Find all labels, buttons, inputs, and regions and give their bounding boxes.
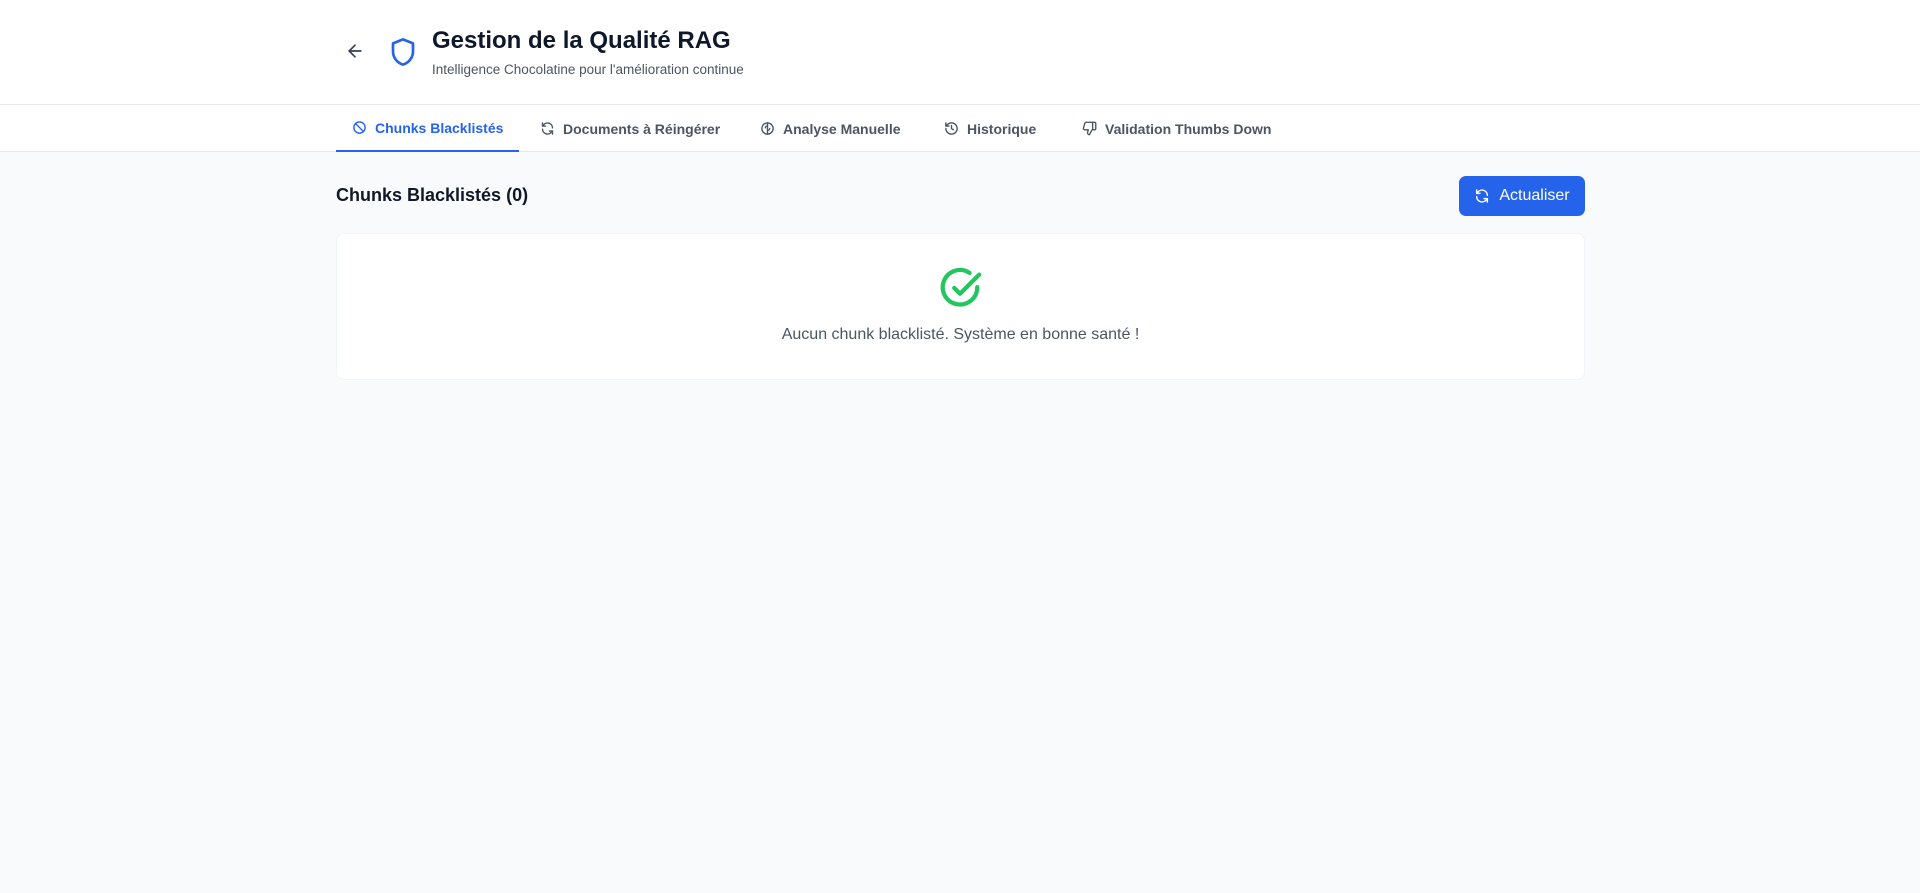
tab-historique[interactable]: Historique	[928, 105, 1052, 152]
tab-label: Chunks Blacklistés	[375, 119, 504, 136]
shield-icon	[391, 38, 415, 66]
tab-label: Validation Thumbs Down	[1105, 120, 1272, 137]
tab-bar: Chunks Blacklistés Documents à Réingérer…	[0, 105, 1920, 152]
ban-icon	[353, 121, 366, 134]
section-title: Chunks Blacklistés (0)	[336, 185, 529, 205]
page-subtitle: Intelligence Chocolatine pour l'améliora…	[432, 62, 744, 77]
tab-chunks-blacklistes[interactable]: Chunks Blacklistés	[336, 105, 520, 152]
refresh-icon	[541, 122, 554, 135]
check-circle-icon	[940, 267, 982, 307]
refresh-button[interactable]: Actualiser	[1459, 176, 1585, 216]
refresh-label: Actualiser	[1499, 187, 1570, 204]
tab-label: Analyse Manuelle	[783, 120, 901, 137]
back-button[interactable]	[340, 36, 370, 66]
tab-label: Documents à Réingérer	[563, 120, 721, 137]
tab-documents-reingerer[interactable]: Documents à Réingérer	[524, 105, 736, 152]
refresh-icon	[1476, 189, 1489, 203]
brain-icon	[761, 122, 774, 135]
empty-state-message: Aucun chunk blacklisté. Système en bonne…	[781, 326, 1140, 343]
page-header: Gestion de la Qualité RAG Intelligence C…	[0, 0, 1920, 105]
history-icon	[945, 122, 958, 135]
thumbs-down-icon	[1082, 121, 1097, 136]
page-title: Gestion de la Qualité RAG	[432, 27, 731, 54]
tab-label: Historique	[967, 120, 1037, 137]
tab-validation-thumbs-down[interactable]: Validation Thumbs Down	[1066, 105, 1287, 152]
tab-analyse-manuelle[interactable]: Analyse Manuelle	[744, 105, 917, 152]
arrow-left-icon	[348, 44, 362, 58]
